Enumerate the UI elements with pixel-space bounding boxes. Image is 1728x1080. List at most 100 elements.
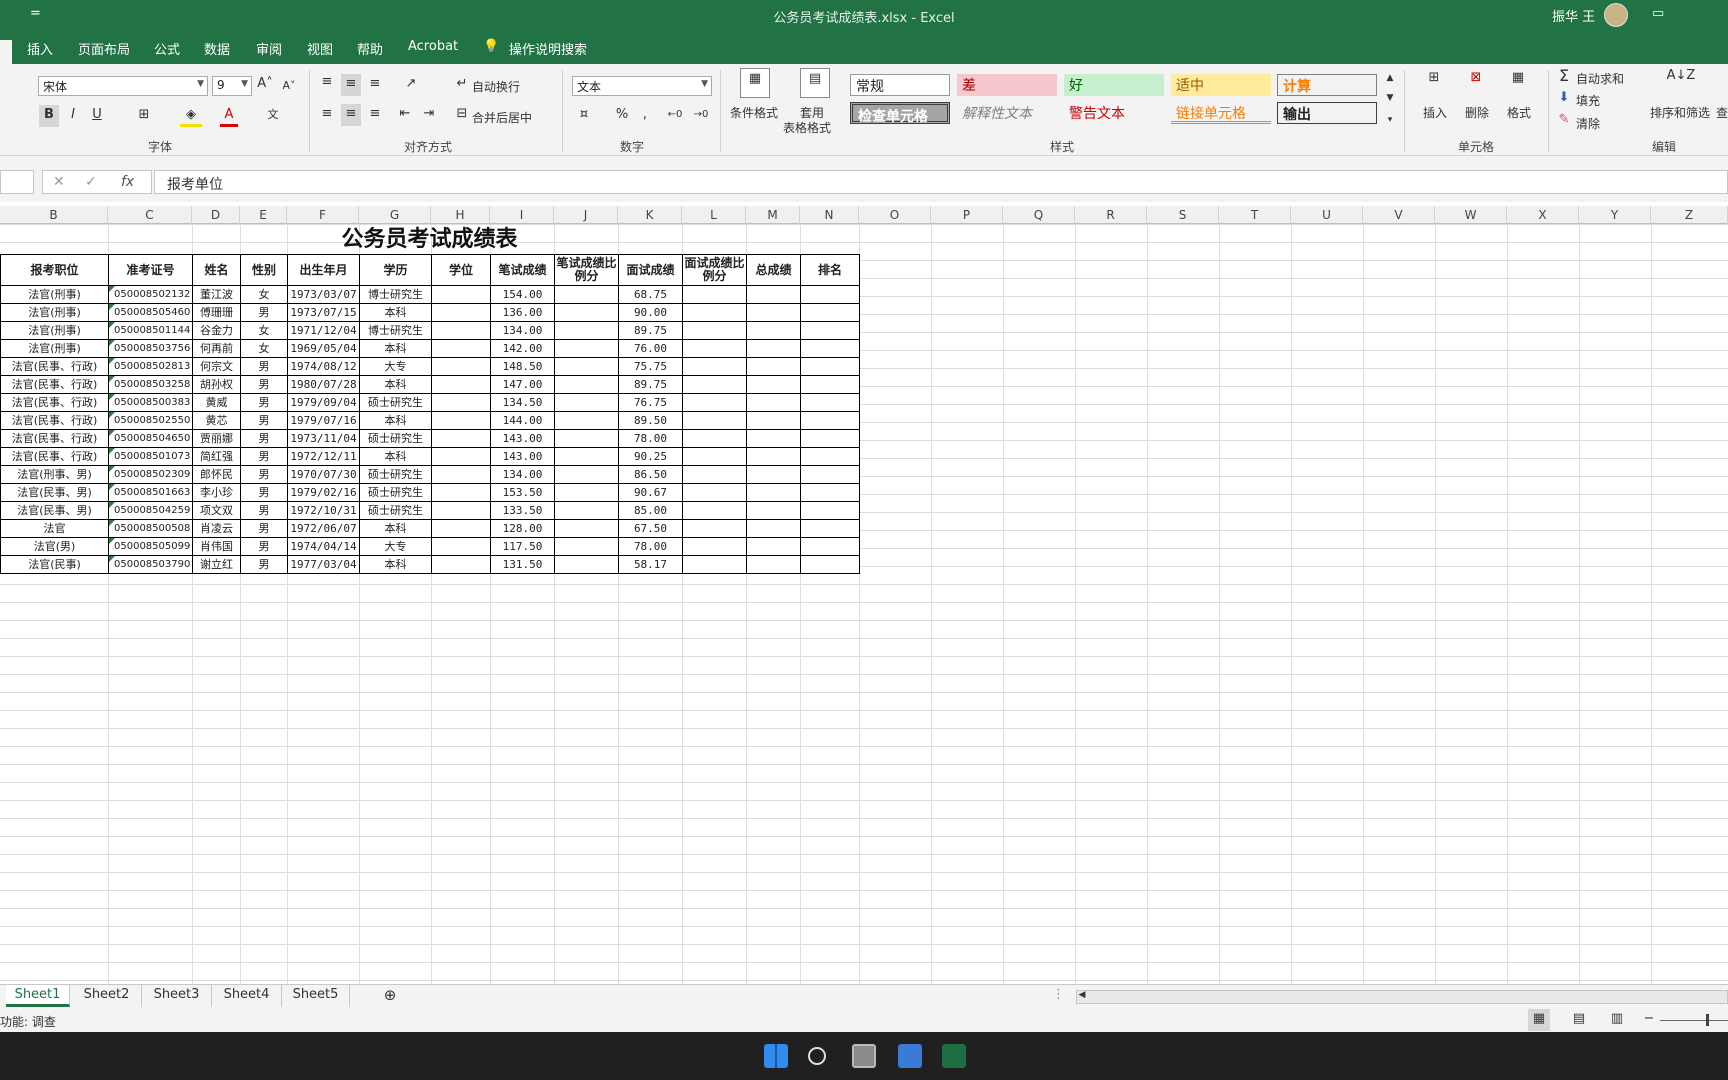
style-bad[interactable]: 差 bbox=[957, 74, 1057, 96]
align-right-icon[interactable]: ≡ bbox=[366, 104, 384, 126]
cell-interview-score[interactable]: 58.17 bbox=[618, 555, 683, 574]
cell-total-score[interactable] bbox=[746, 303, 801, 322]
tab-review[interactable]: 审阅 bbox=[256, 39, 282, 58]
cell-degree[interactable] bbox=[431, 447, 491, 466]
cell-ticket-id[interactable]: 050008504259 bbox=[108, 501, 193, 520]
cell-rank[interactable] bbox=[800, 501, 860, 520]
styles-scroll-up-icon[interactable]: ▲ bbox=[1384, 68, 1396, 90]
notepad-icon[interactable] bbox=[898, 1044, 922, 1068]
currency-icon[interactable]: ¤ bbox=[574, 105, 594, 127]
cell-total-score[interactable] bbox=[746, 393, 801, 412]
cell-interview-ratio[interactable] bbox=[682, 465, 747, 484]
insert-cells-button[interactable]: 插入 bbox=[1423, 104, 1447, 121]
cell-interview-ratio[interactable] bbox=[682, 537, 747, 556]
cell-interview-ratio[interactable] bbox=[682, 447, 747, 466]
cell-interview-ratio[interactable] bbox=[682, 501, 747, 520]
cell-interview-ratio[interactable] bbox=[682, 555, 747, 574]
cell-rank[interactable] bbox=[800, 429, 860, 448]
cell-written-score[interactable]: 133.50 bbox=[490, 501, 555, 520]
borders-icon[interactable]: ⊞ bbox=[134, 105, 154, 127]
cell-ticket-id[interactable]: 050008501144 bbox=[108, 321, 193, 340]
cell-education[interactable]: 本科 bbox=[359, 375, 432, 394]
cell-gender[interactable]: 男 bbox=[240, 519, 288, 538]
accessibility-status[interactable]: 功能: 调查 bbox=[0, 1013, 56, 1030]
cell-birth-date[interactable]: 1970/07/30 bbox=[287, 465, 360, 484]
cell-gender[interactable]: 男 bbox=[240, 483, 288, 502]
cell-education[interactable]: 本科 bbox=[359, 555, 432, 574]
cell-written-ratio[interactable] bbox=[554, 429, 619, 448]
excel-taskbar-icon[interactable] bbox=[942, 1044, 966, 1068]
cell-name[interactable]: 胡孙权 bbox=[192, 375, 241, 394]
column-header-z[interactable]: Z bbox=[1651, 206, 1728, 224]
decrease-indent-icon[interactable]: ⇤ bbox=[396, 104, 414, 126]
cell-ticket-id[interactable]: 050008501073 bbox=[108, 447, 193, 466]
phonetic-icon[interactable]: 文 bbox=[264, 105, 282, 127]
cell-degree[interactable] bbox=[431, 465, 491, 484]
cell-degree[interactable] bbox=[431, 501, 491, 520]
cell-birth-date[interactable]: 1969/05/04 bbox=[287, 339, 360, 358]
cell-rank[interactable] bbox=[800, 465, 860, 484]
column-header-q[interactable]: Q bbox=[1003, 206, 1075, 224]
page-break-icon[interactable]: ▥ bbox=[1606, 1009, 1628, 1031]
cell-gender[interactable]: 男 bbox=[240, 555, 288, 574]
cell-gender[interactable]: 女 bbox=[240, 285, 288, 304]
cell-degree[interactable] bbox=[431, 393, 491, 412]
cell-written-ratio[interactable] bbox=[554, 303, 619, 322]
cell-interview-score[interactable]: 89.75 bbox=[618, 375, 683, 394]
sheet-tab-2[interactable]: Sheet2 bbox=[72, 985, 142, 1007]
cell-gender[interactable]: 女 bbox=[240, 339, 288, 358]
cell-written-ratio[interactable] bbox=[554, 555, 619, 574]
cell-education[interactable]: 博士研究生 bbox=[359, 285, 432, 304]
cell-education[interactable]: 硕士研究生 bbox=[359, 483, 432, 502]
horizontal-scrollbar[interactable] bbox=[1076, 990, 1728, 1004]
cell-birth-date[interactable]: 1974/08/12 bbox=[287, 357, 360, 376]
cell-education[interactable]: 本科 bbox=[359, 339, 432, 358]
cell-written-score[interactable]: 136.00 bbox=[490, 303, 555, 322]
cell-education[interactable]: 硕士研究生 bbox=[359, 501, 432, 520]
tab-help[interactable]: 帮助 bbox=[357, 39, 383, 58]
cell-interview-score[interactable]: 67.50 bbox=[618, 519, 683, 538]
increase-font-icon[interactable]: A˄ bbox=[257, 74, 273, 96]
cell-written-ratio[interactable] bbox=[554, 375, 619, 394]
column-header-v[interactable]: V bbox=[1363, 206, 1435, 224]
styles-scroll-down-icon[interactable]: ▼ bbox=[1384, 88, 1396, 110]
cell-position[interactable]: 法官(刑事) bbox=[0, 339, 109, 358]
cell-rank[interactable] bbox=[800, 393, 860, 412]
cell-education[interactable]: 本科 bbox=[359, 411, 432, 430]
cell-rank[interactable] bbox=[800, 519, 860, 538]
cell-name[interactable]: 肖伟国 bbox=[192, 537, 241, 556]
cell-gender[interactable]: 男 bbox=[240, 447, 288, 466]
cell-written-ratio[interactable] bbox=[554, 393, 619, 412]
cell-rank[interactable] bbox=[800, 411, 860, 430]
cell-written-score[interactable]: 143.00 bbox=[490, 447, 555, 466]
cell-position[interactable]: 法官(民事、行政) bbox=[0, 393, 109, 412]
cell-written-ratio[interactable] bbox=[554, 321, 619, 340]
font-name-combo[interactable]: 宋体 ▼ bbox=[38, 76, 208, 96]
cell-education[interactable]: 硕士研究生 bbox=[359, 429, 432, 448]
task-view-icon[interactable] bbox=[852, 1044, 876, 1068]
cell-name[interactable]: 何宗文 bbox=[192, 357, 241, 376]
cell-written-score[interactable]: 131.50 bbox=[490, 555, 555, 574]
sheet-tab-5[interactable]: Sheet5 bbox=[282, 985, 350, 1007]
zoom-slider[interactable] bbox=[1660, 1020, 1728, 1021]
cell-gender[interactable]: 男 bbox=[240, 411, 288, 430]
table-format-icon[interactable]: ▤ bbox=[800, 68, 830, 98]
user-avatar[interactable] bbox=[1604, 3, 1628, 27]
cell-position[interactable]: 法官(刑事) bbox=[0, 285, 109, 304]
cell-rank[interactable] bbox=[800, 375, 860, 394]
align-center-icon[interactable]: ≡ bbox=[341, 104, 361, 126]
cell-position[interactable]: 法官(刑事) bbox=[0, 303, 109, 322]
cell-written-score[interactable]: 144.00 bbox=[490, 411, 555, 430]
cell-position[interactable]: 法官(刑事) bbox=[0, 321, 109, 340]
cell-interview-ratio[interactable] bbox=[682, 321, 747, 340]
cell-degree[interactable] bbox=[431, 537, 491, 556]
style-good[interactable]: 好 bbox=[1064, 74, 1164, 96]
fill-button[interactable]: 填充 bbox=[1576, 92, 1600, 109]
cell-written-score[interactable]: 134.50 bbox=[490, 393, 555, 412]
cell-degree[interactable] bbox=[431, 285, 491, 304]
align-left-icon[interactable]: ≡ bbox=[318, 104, 336, 126]
cell-name[interactable]: 贾丽娜 bbox=[192, 429, 241, 448]
cell-total-score[interactable] bbox=[746, 321, 801, 340]
style-neutral[interactable]: 适中 bbox=[1171, 74, 1271, 96]
worksheet-grid[interactable]: 公务员考试成绩表 报考职位 准考证号 姓名 性别 出生年月 学历 学位 笔试成绩 笔试成绩比例分… bbox=[0, 224, 1728, 984]
